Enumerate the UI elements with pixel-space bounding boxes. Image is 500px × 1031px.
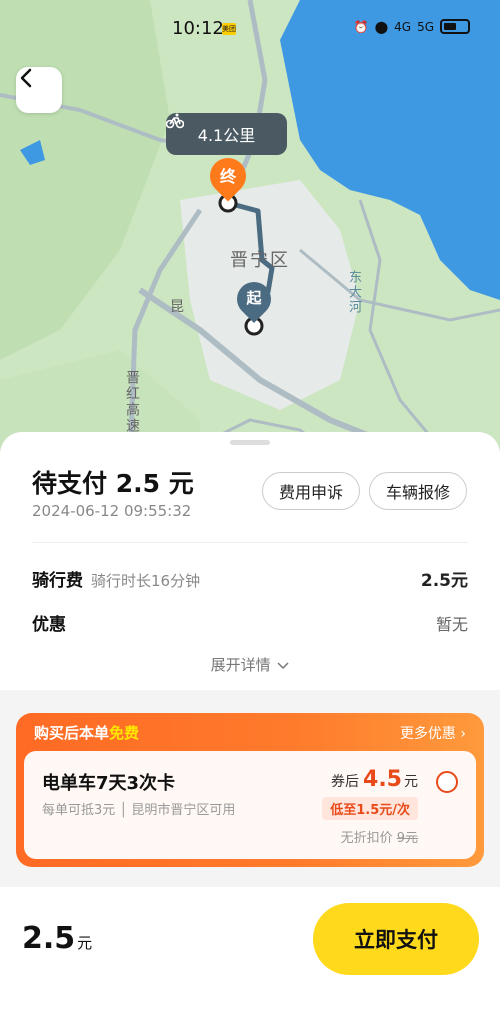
after-coupon-label: 券后 [331,774,360,790]
total-amount: 2.5 元 [22,921,92,956]
vehicle-report-button[interactable]: 车辆报修 [369,472,467,510]
chevron-down-icon [277,661,289,669]
low-price-badge: 低至1.5元/次 [322,797,418,820]
after-coupon-unit: 元 [404,774,418,790]
no-discount-value: 9元 [396,831,418,846]
ride-duration: 骑行时长16分钟 [91,572,201,590]
promo-card: 购买后本单免费 更多优惠 › 电单车7天3次卡 每单可抵3元 │ 昆明市晋宁区可… [16,713,484,867]
bicycle-icon [166,113,184,129]
pass-name: 电单车7天3次卡 [42,773,176,794]
after-coupon-price: 券后 4.5 元 [331,767,418,792]
status-time: 10:12 [172,18,224,39]
signal-5g-label: 5G [417,19,434,34]
location-icon: ⬤ [374,19,389,34]
no-discount-price: 无折扣价 9元 [341,827,418,846]
distance-pill: 4.1公里 [166,113,287,155]
map-background [0,0,500,460]
signal-4g-label: 4G [394,19,412,34]
order-datetime: 2024-06-12 09:55:32 [32,502,192,520]
app-badge: 美团 [222,23,236,35]
select-pass-radio[interactable] [436,771,458,793]
ride-fee-label: 骑行费 [32,571,83,591]
payment-status-title: 待支付 2.5 元 [32,469,194,498]
pay-now-button[interactable]: 立即支付 [313,903,479,975]
start-marker-label: 起 [246,289,262,307]
more-offers-link[interactable]: 更多优惠 › [400,723,466,743]
route-map[interactable]: 终 起 晋宁区 昆 晋红高速 东大河 10:12 美团 ⏰ ⬤ 4G 5G 4.… [0,0,500,460]
promo-offer[interactable]: 电单车7天3次卡 每单可抵3元 │ 昆明市晋宁区可用 券后 4.5 元 低至1.5元… [24,751,476,859]
promo-header: 购买后本单免费 [34,722,139,743]
fee-appeal-button[interactable]: 费用申诉 [262,472,360,510]
road-label-jinhong: 晋红高速 [124,370,140,434]
alarm-icon: ⏰ [353,19,369,34]
payment-footer: 2.5 元 立即支付 [0,887,500,1031]
pass-description: 每单可抵3元 │ 昆明市晋宁区可用 [42,803,236,818]
divider [32,542,468,543]
chevron-left-icon [20,68,32,88]
ride-fee-value: 2.5元 [420,571,468,591]
more-offers-label: 更多优惠 [399,726,456,742]
end-marker-label: 终 [219,167,236,186]
promo-header-prefix: 购买后本单 [34,724,110,742]
status-icons: ⏰ ⬤ 4G 5G [354,19,470,34]
chevron-right-icon: › [460,726,466,742]
expand-details[interactable]: 展开详情 [0,654,500,675]
total-unit: 元 [77,934,93,952]
district-label: 晋宁区 [230,250,290,271]
promo-header-highlight: 免费 [109,724,140,742]
order-sheet: 待支付 2.5 元 2024-06-12 09:55:32 费用申诉 车辆报修 … [0,432,500,690]
discount-label: 优惠 [32,615,66,635]
expand-label: 展开详情 [210,656,271,674]
total-value: 2.5 [22,921,76,956]
status-bar: 10:12 美团 ⏰ ⬤ 4G 5G [0,0,500,58]
back-button[interactable] [16,67,62,113]
after-coupon-value: 4.5 [363,767,402,792]
river-label: 东大河 [346,270,361,315]
sheet-handle[interactable] [230,440,270,445]
ride-fee-row: 骑行费 骑行时长16分钟 [32,566,200,591]
road-label-kun: 昆 [170,299,186,315]
no-discount-label: 无折扣价 [340,831,393,846]
discount-value: 暂无 [435,615,468,634]
distance-label: 4.1公里 [197,126,256,145]
battery-icon [440,19,470,34]
